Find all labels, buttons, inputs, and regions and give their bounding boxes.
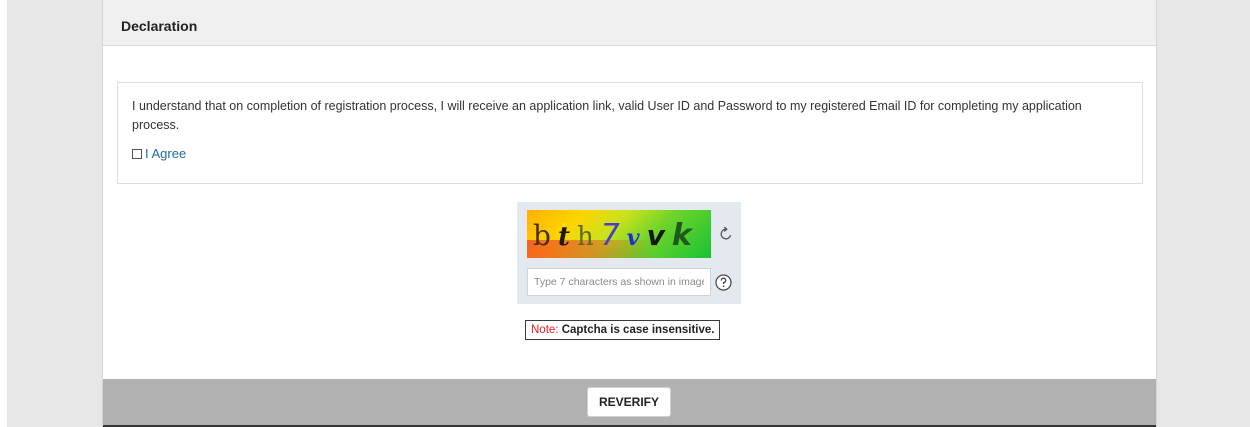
- panel-title: Declaration: [121, 18, 198, 34]
- agree-checkbox[interactable]: [132, 148, 142, 159]
- panel-header: Declaration: [103, 0, 1156, 46]
- captcha-char: b: [533, 219, 551, 252]
- captcha-input[interactable]: [527, 268, 711, 296]
- captcha-char: h: [576, 222, 594, 252]
- captcha-char: 7: [600, 218, 620, 253]
- captcha-container: b t h 7 v v k: [517, 202, 741, 304]
- note-text: Captcha is case insensitive.: [561, 324, 715, 336]
- declaration-panel: Declaration I understand that on complet…: [102, 0, 1157, 427]
- captcha-image: b t h 7 v v k: [527, 210, 711, 258]
- page-left-edge: [0, 0, 7, 427]
- declaration-text: I understand that on completion of regis…: [132, 99, 1082, 132]
- captcha-char: t: [557, 222, 570, 252]
- help-circle-icon[interactable]: [715, 274, 732, 291]
- captcha-char: v: [646, 219, 665, 252]
- agree-label[interactable]: I Agree: [145, 146, 186, 161]
- captcha-characters: b t h 7 v v k: [533, 218, 692, 253]
- footer-bar: REVERIFY: [103, 379, 1156, 427]
- agree-row[interactable]: I Agree: [132, 146, 186, 161]
- declaration-box: I understand that on completion of regis…: [117, 82, 1143, 184]
- captcha-char: k: [671, 218, 692, 253]
- note-label: Note:: [531, 324, 559, 336]
- captcha-note: Note: Captcha is case insensitive.: [525, 320, 721, 340]
- reverify-button[interactable]: REVERIFY: [587, 387, 671, 417]
- refresh-icon[interactable]: [718, 226, 734, 242]
- captcha-char: v: [626, 225, 640, 251]
